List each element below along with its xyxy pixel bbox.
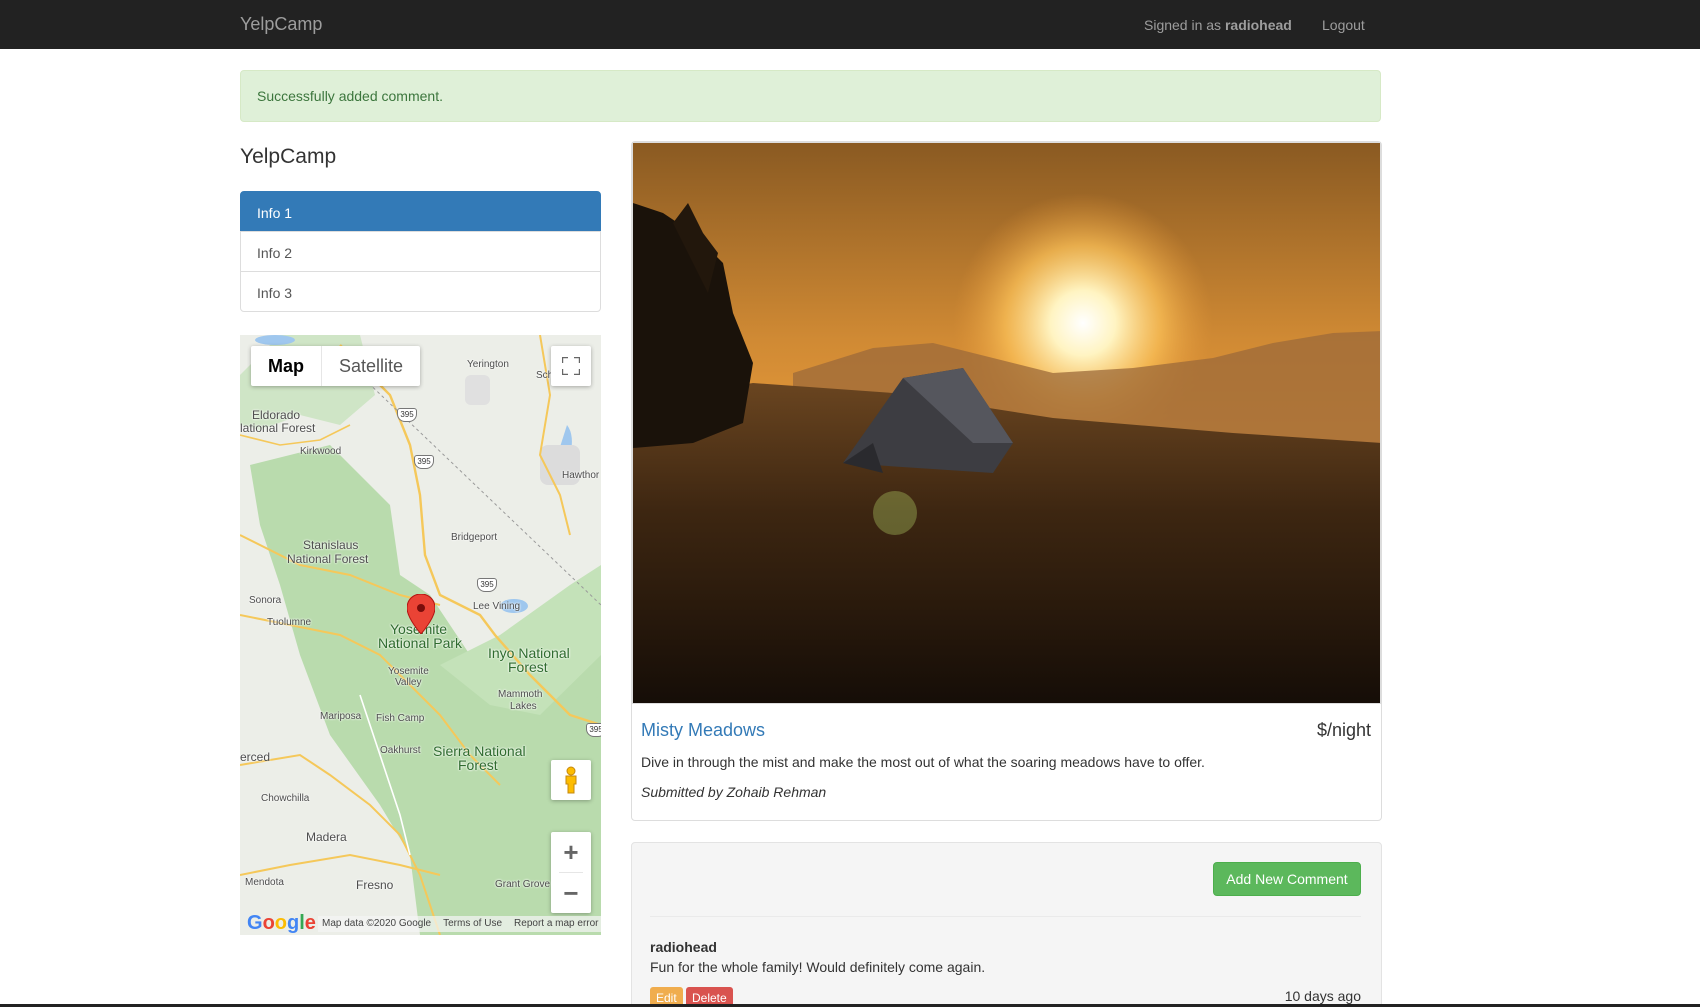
sidebar-list: Info 1 Info 2 Info 3 [240, 191, 601, 312]
zoom-out-icon: − [563, 877, 579, 908]
map-type-satellite-button[interactable]: Satellite [322, 346, 420, 386]
zoom-out-button[interactable]: − [551, 873, 591, 913]
sidebar-item-info-3[interactable]: Info 3 [240, 271, 601, 312]
highway-shield: 395 [586, 723, 601, 737]
map-label-grant-grove: Grant Grove [495, 879, 551, 890]
map-label-merced: erced [240, 750, 271, 764]
pegman-icon [565, 766, 577, 794]
campground-image [633, 143, 1380, 703]
google-map[interactable]: Yerington Sch Eldorado lational Forest K… [240, 335, 601, 935]
zoom-control: + − [551, 832, 591, 913]
map-label-mendota: Mendota [245, 877, 284, 888]
signed-in-text: Signed in as radiohead [1144, 17, 1292, 33]
map-label-yosemite-valley-2: Valley [395, 677, 422, 688]
map-label-yosemite-park: National Park [378, 635, 463, 651]
map-marker-icon[interactable] [407, 594, 435, 634]
map-type-map-button[interactable]: Map [251, 346, 322, 386]
highway-shield: 395 [414, 455, 434, 469]
map-label-oakhurst: Oakhurst [380, 745, 421, 756]
sidebar-item-info-1[interactable]: Info 1 [240, 191, 601, 232]
map-footer: Map data ©2020 Google Terms of Use Repor… [318, 916, 601, 932]
sidebar-title: YelpCamp [240, 145, 337, 168]
google-logo[interactable]: Google [247, 912, 316, 935]
signed-in-prefix: Signed in as [1144, 17, 1225, 33]
map-label-fish-camp: Fish Camp [376, 713, 425, 724]
comment-timestamp: 10 days ago [1284, 988, 1361, 1004]
map-label-stanislaus: Stanislaus [303, 538, 359, 552]
fullscreen-button[interactable] [551, 346, 591, 386]
terms-of-use-link[interactable]: Terms of Use [443, 918, 502, 930]
campground-price: $/night [1316, 720, 1371, 740]
campground-photo [632, 142, 1381, 704]
map-label-eldorado-forest: lational Forest [240, 421, 316, 435]
add-new-comment-button[interactable]: Add New Comment [1213, 862, 1361, 896]
map-label-sierra-forest: Forest [458, 757, 498, 773]
map-label-yosemite-valley: Yosemite [388, 666, 429, 677]
navbar: YelpCamp Signed in as radiohead Logout [0, 0, 1700, 49]
map-label-sonora: Sonora [249, 595, 282, 606]
map-data-credit[interactable]: Map data ©2020 Google [322, 918, 431, 930]
map-label-chowchilla: Chowchilla [261, 793, 310, 804]
logout-link[interactable]: Logout [1322, 17, 1365, 33]
map-label-yerington: Yerington [467, 359, 509, 370]
campground-submitted-by: Submitted by Zohaib Rehman [641, 784, 827, 800]
signed-in-username[interactable]: radiohead [1225, 17, 1292, 33]
map-label-tuolumne: Tuolumne [267, 617, 312, 628]
map-label-eldorado: Eldorado [252, 408, 301, 422]
map-label-kirkwood: Kirkwood [300, 446, 342, 457]
map-label-bridgeport: Bridgeport [451, 532, 498, 543]
comment-author: radiohead [650, 939, 717, 955]
map-label-madera: Madera [306, 830, 347, 844]
map-label-mammoth: Mammoth [498, 689, 543, 700]
map-type-control: Map Satellite [251, 346, 421, 386]
sidebar-item-info-2[interactable]: Info 2 [240, 231, 601, 272]
navbar-brand[interactable]: YelpCamp [240, 14, 322, 35]
comments-divider [650, 916, 1361, 917]
report-map-error-link[interactable]: Report a map error [514, 918, 598, 930]
campground-name-link[interactable]: Misty Meadows [641, 720, 765, 741]
comment-text: Fun for the whole family! Would definite… [650, 959, 986, 975]
map-label-mariposa: Mariposa [320, 711, 362, 722]
map-label-hawthorne: Hawthor [562, 470, 600, 481]
zoom-in-button[interactable]: + [551, 832, 591, 872]
highway-shield: 395 [477, 578, 497, 592]
fullscreen-icon [562, 357, 580, 375]
zoom-in-icon: + [563, 836, 579, 867]
highway-shield: 395 [397, 408, 417, 422]
map-label-stanislaus-forest: National Forest [287, 552, 369, 566]
street-view-button[interactable] [551, 760, 591, 800]
map-label-fresno: Fresno [356, 878, 394, 892]
campground-description: Dive in through the mist and make the mo… [641, 754, 1205, 770]
map-label-inyo-forest: Forest [508, 659, 548, 675]
success-alert: Successfully added comment. [240, 70, 1381, 122]
map-label-mammoth-lakes: Lakes [510, 701, 537, 712]
map-label-lee-vining: Lee Vining [473, 601, 521, 612]
